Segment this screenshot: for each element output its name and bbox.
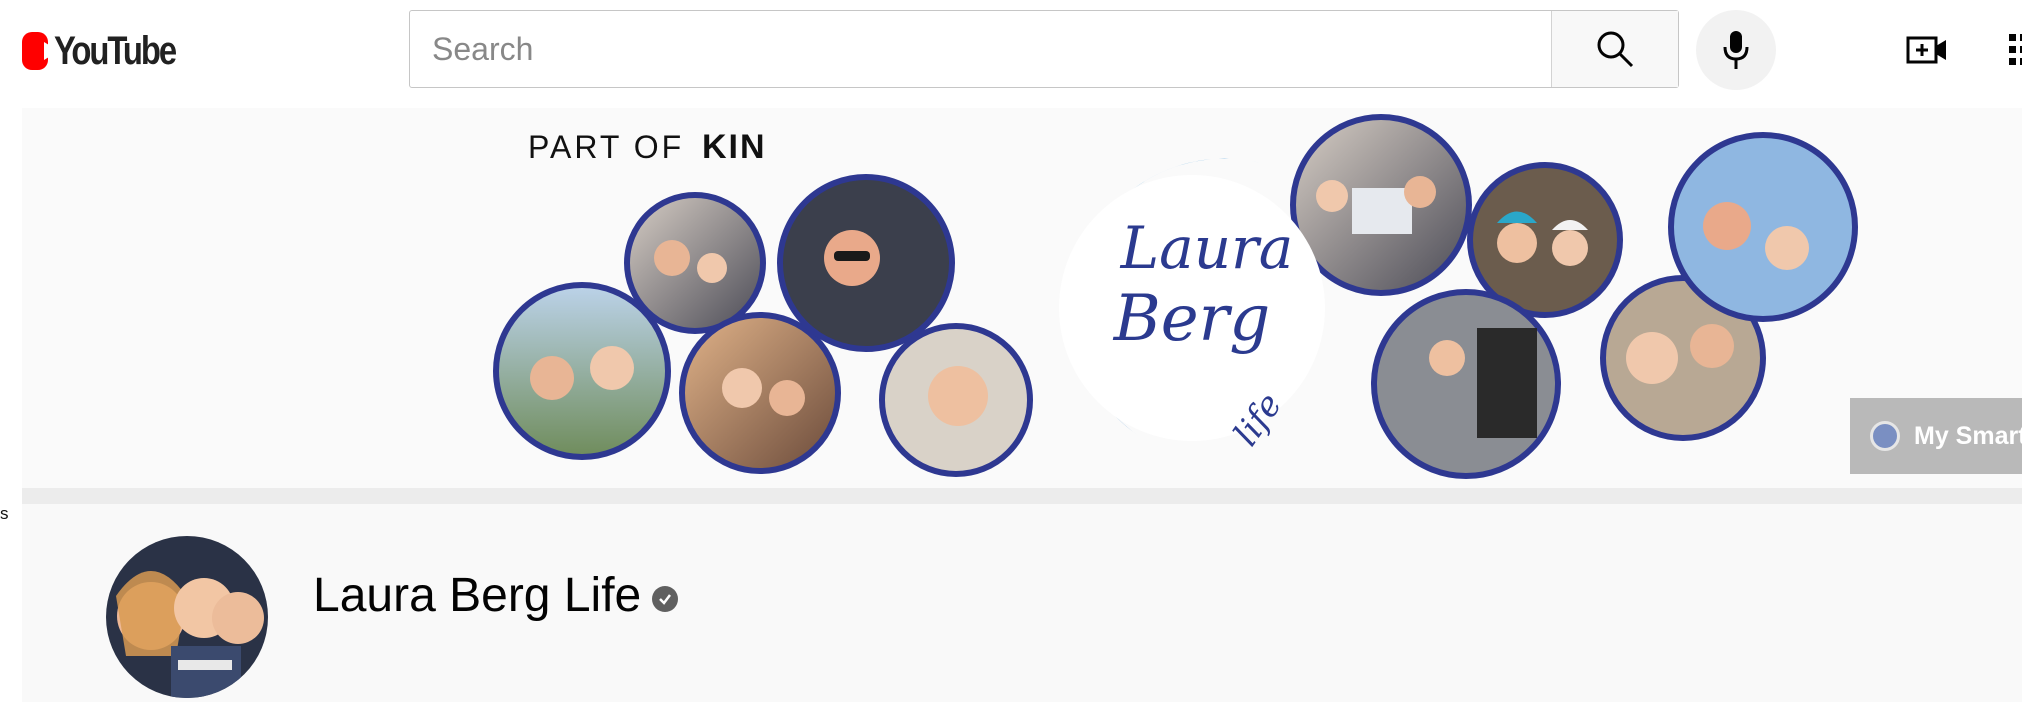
search-input[interactable]: [410, 11, 1551, 87]
banner-art: PART OF KIN Laura Berg life: [493, 114, 1858, 479]
apps-grid-icon[interactable]: [2006, 34, 2022, 66]
channel-avatar[interactable]: [106, 536, 268, 698]
logo-text: YouTube: [54, 28, 177, 73]
photo-circle: [493, 282, 671, 460]
banner-link-overlay[interactable]: My Smart: [1850, 398, 2022, 474]
channel-banner: PART OF KIN Laura Berg life: [22, 108, 2022, 488]
channel-name: Laura Berg Life: [313, 569, 642, 622]
photo-circle: [679, 312, 841, 474]
youtube-play-icon: [22, 32, 60, 70]
create-video-icon: [1906, 36, 1946, 64]
photo-circle: [879, 323, 1033, 477]
photo-circle: [1371, 289, 1561, 479]
banner-part-of: PART OF: [528, 129, 684, 165]
create-button[interactable]: [1906, 30, 1948, 70]
photo-circle: [1290, 114, 1472, 296]
logo-berg: Berg: [1113, 282, 1270, 356]
banner-kin: KIN: [702, 128, 767, 166]
youtube-logo[interactable]: YouTube: [22, 28, 202, 73]
verified-check-icon: [652, 586, 678, 612]
globe-icon: [1870, 421, 1900, 451]
banner-link-label: My Smart: [1914, 421, 2022, 450]
search-button[interactable]: [1551, 11, 1678, 87]
search-icon: [1597, 31, 1634, 68]
banner-divider: [22, 488, 2022, 504]
photo-circle: [1668, 132, 1858, 322]
mic-icon: [1723, 31, 1749, 69]
channel-art-logo: Laura Berg life: [1059, 158, 1325, 453]
voice-search-button[interactable]: [1696, 10, 1776, 90]
sidebar-fragment: s: [0, 504, 9, 523]
masthead: YouTube: [0, 0, 2022, 100]
channel-header: Laura Berg Life: [22, 504, 2022, 702]
search-box: [409, 10, 1679, 88]
photo-circle: [777, 174, 955, 352]
avatar-image: [106, 536, 268, 698]
logo-laura: Laura: [1120, 214, 1294, 282]
photo-circle: [624, 192, 766, 334]
photo-circle: [1467, 162, 1623, 318]
